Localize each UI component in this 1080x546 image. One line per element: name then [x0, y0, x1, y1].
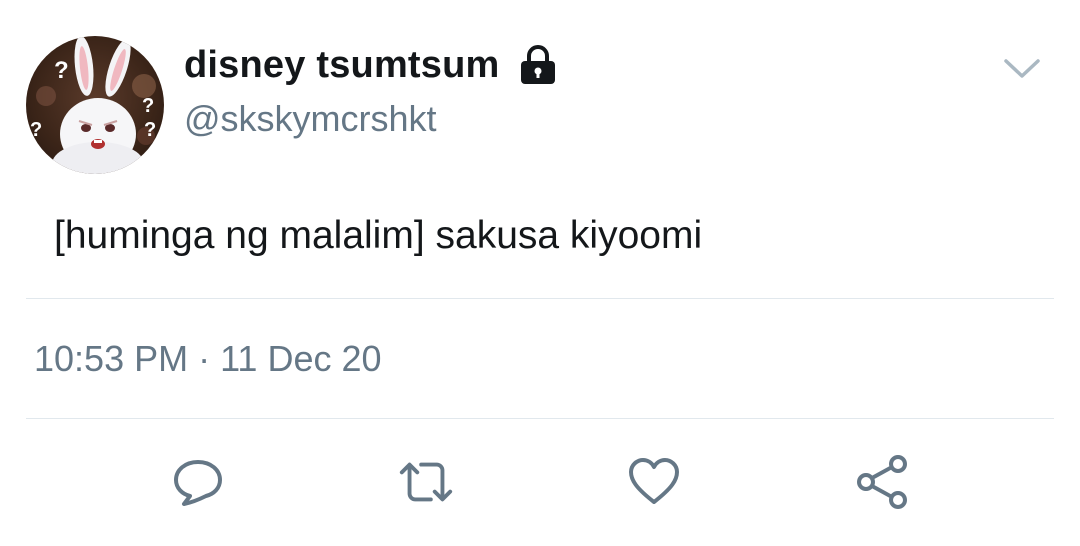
- speech-bubble-icon: [174, 460, 222, 506]
- share-button[interactable]: [852, 452, 912, 512]
- author-display-name[interactable]: disney tsumtsum: [184, 44, 500, 87]
- svg-text:?: ?: [142, 95, 154, 117]
- heart-icon: [629, 458, 679, 504]
- tweet-card: ? ? ? ? disney tsumtsum @skskymcrshkt [h…: [0, 0, 1080, 546]
- lock-icon: [518, 44, 558, 86]
- author-handle[interactable]: @skskymcrshkt: [184, 98, 437, 140]
- avatar[interactable]: ? ? ? ?: [26, 36, 164, 174]
- white-rabbit-avatar-image: ? ? ? ?: [30, 36, 156, 174]
- reply-button[interactable]: [168, 452, 228, 512]
- chevron-down-icon[interactable]: [1002, 54, 1042, 84]
- tweet-timestamp[interactable]: 10:53 PM · 11 Dec 20: [34, 338, 382, 380]
- tweet-actions-bar: [0, 452, 1080, 514]
- svg-text:?: ?: [30, 119, 42, 141]
- divider: [26, 418, 1054, 419]
- author-name-row: disney tsumtsum: [184, 42, 558, 88]
- svg-text:?: ?: [144, 119, 156, 141]
- like-button[interactable]: [624, 452, 684, 512]
- svg-text:?: ?: [54, 57, 69, 84]
- divider: [26, 298, 1054, 299]
- tweet-text: [huminga ng malalim] sakusa kiyoomi: [54, 214, 703, 257]
- share-nodes-icon: [857, 455, 907, 509]
- retweet-arrows-icon: [399, 462, 453, 502]
- retweet-button[interactable]: [396, 452, 456, 512]
